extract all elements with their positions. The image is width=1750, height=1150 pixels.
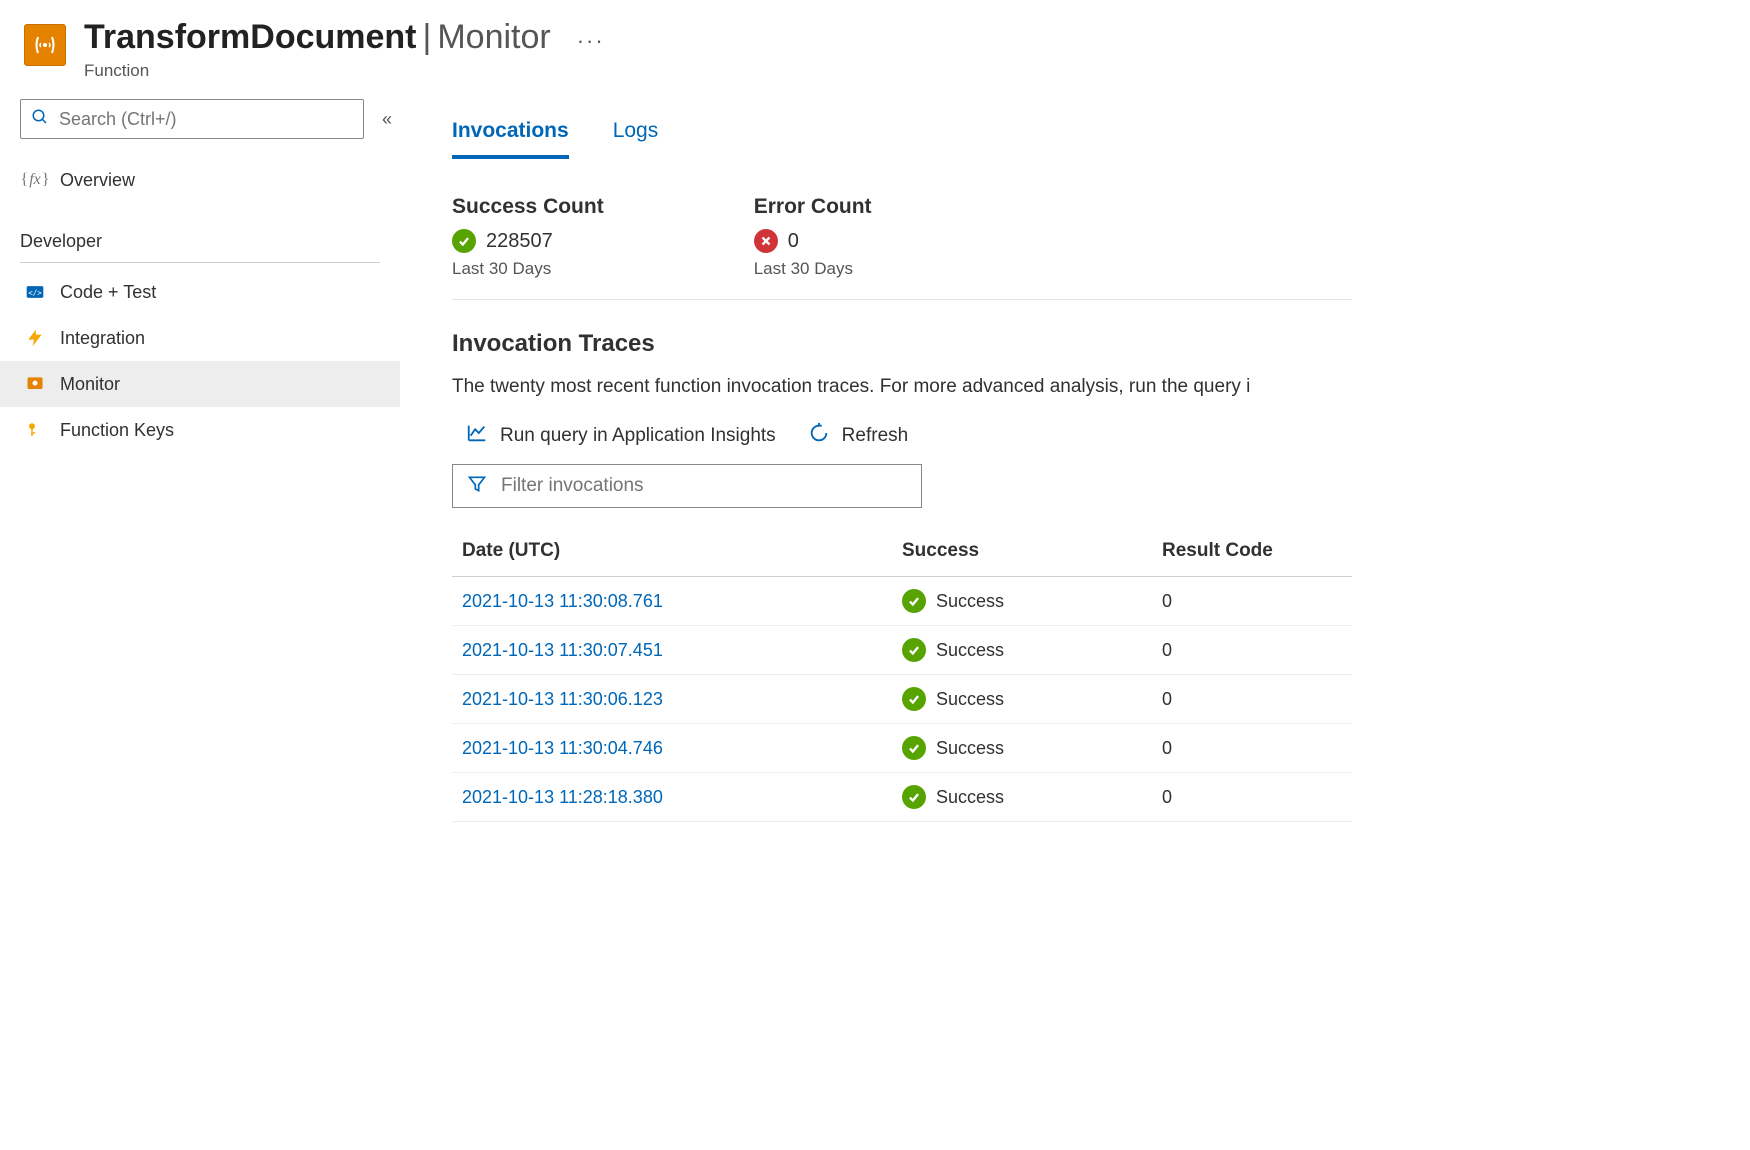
page-header: TransformDocument | Monitor ··· Function	[0, 0, 1750, 93]
trace-status: Success	[902, 687, 1142, 711]
col-success[interactable]: Success	[892, 526, 1152, 577]
filter-invocations-box[interactable]	[452, 464, 922, 508]
bolt-icon	[24, 327, 46, 349]
invocation-traces-table: Date (UTC) Success Result Code 2021-10-1…	[452, 526, 1352, 822]
refresh-button[interactable]: Refresh	[808, 422, 909, 450]
check-circle-icon	[452, 229, 476, 253]
refresh-icon	[808, 422, 830, 450]
sidebar-item-function-keys[interactable]: Function Keys	[0, 407, 400, 453]
check-circle-icon	[902, 638, 926, 662]
table-row: 2021-10-13 11:30:07.451 Success 0	[452, 626, 1352, 675]
sidebar: « fx Overview Developer </> Code + Test …	[0, 93, 400, 822]
main-content: Invocations Logs Success Count 228507 La…	[400, 93, 1750, 822]
table-row: 2021-10-13 11:30:06.123 Success 0	[452, 675, 1352, 724]
sidebar-section-developer: Developer	[20, 231, 380, 263]
traces-heading: Invocation Traces	[452, 330, 1750, 358]
stat-success: Success Count 228507 Last 30 Days	[452, 195, 604, 279]
page-title-sub: Monitor	[437, 18, 550, 57]
code-icon: </>	[24, 281, 46, 303]
sidebar-item-label: Monitor	[60, 374, 120, 395]
check-circle-icon	[902, 687, 926, 711]
function-app-icon	[24, 24, 66, 66]
x-circle-icon	[754, 229, 778, 253]
monitor-icon	[24, 373, 46, 395]
trace-status-text: Success	[936, 640, 1004, 661]
run-query-label: Run query in Application Insights	[500, 425, 776, 447]
more-menu-button[interactable]: ···	[577, 28, 605, 54]
search-icon	[31, 108, 49, 131]
table-row: 2021-10-13 11:30:04.746 Success 0	[452, 724, 1352, 773]
key-icon	[24, 419, 46, 441]
sidebar-item-monitor[interactable]: Monitor	[0, 361, 400, 407]
chart-line-icon	[466, 422, 488, 450]
trace-date-link[interactable]: 2021-10-13 11:28:18.380	[462, 787, 663, 807]
stat-error-value: 0	[788, 230, 799, 253]
trace-date-link[interactable]: 2021-10-13 11:30:06.123	[462, 689, 663, 709]
filter-icon	[467, 474, 487, 499]
trace-result-code: 0	[1152, 724, 1352, 773]
filter-invocations-input[interactable]	[501, 475, 907, 497]
stat-success-label: Success Count	[452, 195, 604, 219]
trace-status-text: Success	[936, 689, 1004, 710]
search-box[interactable]	[20, 99, 364, 139]
search-input[interactable]	[59, 109, 353, 130]
col-date[interactable]: Date (UTC)	[452, 526, 892, 577]
sidebar-item-label: Overview	[60, 170, 135, 191]
svg-text:</>: </>	[28, 288, 42, 297]
stat-error: Error Count 0 Last 30 Days	[754, 195, 872, 279]
sidebar-item-integration[interactable]: Integration	[0, 315, 400, 361]
sidebar-item-label: Integration	[60, 328, 145, 349]
check-circle-icon	[902, 785, 926, 809]
page-title-main: TransformDocument	[84, 18, 417, 57]
sidebar-item-label: Code + Test	[60, 282, 156, 303]
trace-status-text: Success	[936, 738, 1004, 759]
stat-success-period: Last 30 Days	[452, 259, 604, 279]
page-subtitle: Function	[84, 61, 605, 81]
col-result-code[interactable]: Result Code	[1152, 526, 1352, 577]
table-row: 2021-10-13 11:28:18.380 Success 0	[452, 773, 1352, 822]
trace-status: Success	[902, 785, 1142, 809]
trace-result-code: 0	[1152, 577, 1352, 626]
table-row: 2021-10-13 11:30:08.761 Success 0	[452, 577, 1352, 626]
check-circle-icon	[902, 589, 926, 613]
sidebar-item-overview[interactable]: fx Overview	[0, 157, 400, 203]
trace-result-code: 0	[1152, 773, 1352, 822]
trace-status: Success	[902, 638, 1142, 662]
trace-status-text: Success	[936, 787, 1004, 808]
trace-date-link[interactable]: 2021-10-13 11:30:04.746	[462, 738, 663, 758]
trace-date-link[interactable]: 2021-10-13 11:30:08.761	[462, 591, 663, 611]
trace-status-text: Success	[936, 591, 1004, 612]
check-circle-icon	[902, 736, 926, 760]
fx-icon: fx	[24, 169, 46, 191]
stat-success-value: 228507	[486, 230, 553, 253]
collapse-sidebar-button[interactable]: «	[382, 109, 392, 130]
trace-result-code: 0	[1152, 675, 1352, 724]
run-query-button[interactable]: Run query in Application Insights	[466, 422, 776, 450]
tab-logs[interactable]: Logs	[613, 119, 659, 159]
trace-status: Success	[902, 736, 1142, 760]
trace-result-code: 0	[1152, 626, 1352, 675]
stat-error-label: Error Count	[754, 195, 872, 219]
stat-error-period: Last 30 Days	[754, 259, 872, 279]
title-separator: |	[423, 18, 432, 57]
tab-invocations[interactable]: Invocations	[452, 119, 569, 159]
trace-status: Success	[902, 589, 1142, 613]
trace-date-link[interactable]: 2021-10-13 11:30:07.451	[462, 640, 663, 660]
sidebar-item-code-test[interactable]: </> Code + Test	[0, 269, 400, 315]
traces-description: The twenty most recent function invocati…	[452, 376, 1750, 398]
refresh-label: Refresh	[842, 425, 909, 447]
sidebar-item-label: Function Keys	[60, 420, 174, 441]
